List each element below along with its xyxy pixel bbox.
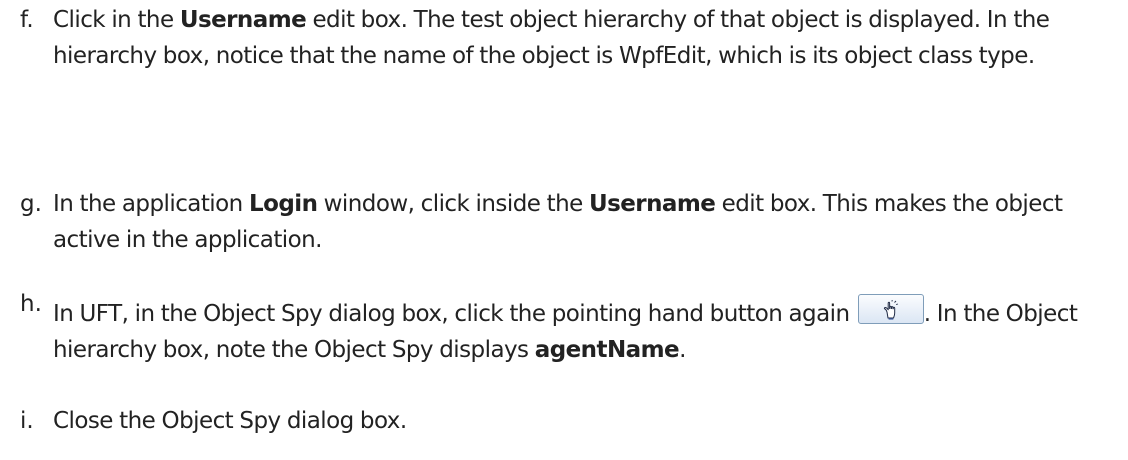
- step-text-segment: window, click inside the: [317, 191, 589, 217]
- bold-term: agentName: [534, 337, 680, 363]
- step-letter: h.: [20, 291, 42, 317]
- step-text: In UFT, in the Object Spy dialog box, cl…: [53, 294, 1121, 368]
- instruction-steps: f. Click in the Username edit box. The t…: [0, 0, 1128, 460]
- step-letter: i.: [20, 408, 34, 434]
- step-text: In the application Login window, click i…: [53, 186, 1121, 258]
- step-text-segment: Click in the: [53, 7, 180, 33]
- step-text-segment: In UFT, in the Object Spy dialog box, cl…: [53, 301, 856, 327]
- pointing-hand-button-image: [857, 294, 924, 324]
- bold-term: Username: [588, 191, 716, 217]
- bold-term: Login: [248, 191, 318, 217]
- step-letter: f.: [20, 7, 34, 33]
- step-text-segment: Close the Object Spy dialog box.: [53, 408, 407, 434]
- step-text: Click in the Username edit box. The test…: [53, 2, 1121, 74]
- step-text-segment: In the application: [53, 191, 249, 217]
- step-letter: g.: [20, 191, 42, 217]
- bold-term: Username: [179, 7, 307, 33]
- step-text-segment: .: [679, 337, 686, 363]
- step-text: Close the Object Spy dialog box.: [53, 403, 1121, 439]
- pointing-hand-icon: [883, 300, 898, 320]
